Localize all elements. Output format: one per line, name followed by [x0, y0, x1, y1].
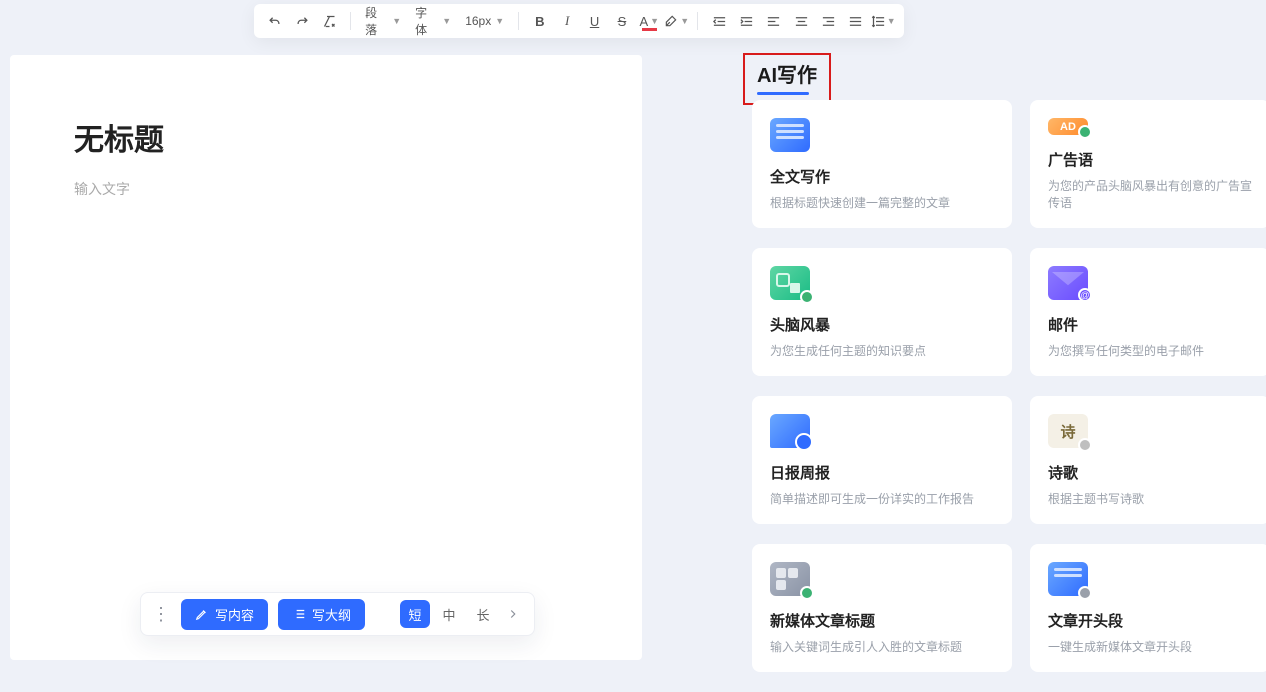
undo-button[interactable] [262, 8, 287, 34]
article-opening-icon [1048, 562, 1088, 596]
card-title: 文章开头段 [1048, 610, 1252, 631]
separator [518, 12, 519, 30]
length-segment: 短 中 长 [400, 600, 524, 628]
length-long-button[interactable]: 长 [468, 600, 498, 628]
chevron-down-icon: ▼ [495, 16, 504, 26]
card-title: 邮件 [1048, 314, 1252, 335]
font-size-label: 16px [465, 14, 491, 28]
document-title[interactable]: 无标题 [74, 115, 578, 159]
quick-action-bar: ⋮ 写内容 写大纲 短 中 长 [140, 592, 535, 636]
mail-icon: @ [1048, 266, 1088, 300]
document-icon [770, 118, 810, 152]
font-label: 字体 [415, 4, 438, 38]
line-height-button[interactable]: ▼ [871, 8, 896, 34]
italic-button[interactable]: I [554, 8, 579, 34]
chevron-down-icon: ▼ [392, 16, 401, 26]
card-report[interactable]: 日报周报 简单描述即可生成一份详实的工作报告 [752, 396, 1012, 524]
card-ad-slogan[interactable]: AD 广告语 为您的产品头脑风暴出有创意的广告宣传语 [1030, 100, 1266, 228]
redo-button[interactable] [289, 8, 314, 34]
editor-panel: 无标题 输入文字 ⋮ 写内容 写大纲 短 中 长 [10, 55, 642, 660]
length-mid-button[interactable]: 中 [434, 600, 464, 628]
document-body-placeholder[interactable]: 输入文字 [74, 179, 578, 199]
align-right-button[interactable] [816, 8, 841, 34]
card-desc: 根据主题书写诗歌 [1048, 491, 1252, 508]
chevron-down-icon: ▼ [680, 16, 689, 26]
indent-increase-button[interactable] [734, 8, 759, 34]
card-title: 头脑风暴 [770, 314, 994, 335]
brainstorm-icon [770, 266, 810, 300]
indent-decrease-button[interactable] [706, 8, 731, 34]
card-title: 新媒体文章标题 [770, 610, 994, 631]
poem-icon: 诗 [1048, 414, 1088, 448]
chevron-right-icon [506, 607, 520, 621]
media-title-icon [770, 562, 810, 596]
write-outline-button[interactable]: 写大纲 [278, 599, 365, 630]
strikethrough-button[interactable]: S [609, 8, 634, 34]
card-title: 广告语 [1048, 149, 1252, 170]
card-desc: 为您撰写任何类型的电子邮件 [1048, 343, 1252, 360]
separator [697, 12, 698, 30]
card-media-title[interactable]: 新媒体文章标题 输入关键词生成引人入胜的文章标题 [752, 544, 1012, 672]
align-left-button[interactable] [761, 8, 786, 34]
align-justify-button[interactable] [843, 8, 868, 34]
card-brainstorm[interactable]: 头脑风暴 为您生成任何主题的知识要点 [752, 248, 1012, 376]
length-next-button[interactable] [502, 607, 524, 621]
more-button[interactable]: ⋮ [151, 604, 171, 625]
write-content-label: 写内容 [215, 605, 254, 624]
text-color-button[interactable]: A▼ [637, 8, 662, 34]
card-desc: 为您生成任何主题的知识要点 [770, 343, 994, 360]
underline-button[interactable]: U [582, 8, 607, 34]
bold-button[interactable]: B [527, 8, 552, 34]
editor-toolbar: 段落▼ 字体▼ 16px▼ B I U S A▼ ▼ ▼ [254, 4, 904, 38]
card-title: 全文写作 [770, 166, 994, 187]
clear-format-button[interactable] [317, 8, 342, 34]
card-full-article[interactable]: 全文写作 根据标题快速创建一篇完整的文章 [752, 100, 1012, 228]
paragraph-label: 段落 [365, 4, 388, 38]
chevron-down-icon: ▼ [887, 16, 896, 26]
card-article-opening[interactable]: 文章开头段 一键生成新媒体文章开头段 [1030, 544, 1266, 672]
card-desc: 为您的产品头脑风暴出有创意的广告宣传语 [1048, 178, 1252, 212]
ad-icon: AD [1048, 118, 1088, 135]
highlight-button[interactable]: ▼ [664, 8, 689, 34]
tab-underline [757, 92, 809, 95]
separator [350, 12, 351, 30]
card-desc: 根据标题快速创建一篇完整的文章 [770, 195, 994, 212]
card-desc: 简单描述即可生成一份详实的工作报告 [770, 491, 994, 508]
list-icon [292, 607, 306, 621]
report-icon [770, 414, 810, 448]
card-desc: 输入关键词生成引人入胜的文章标题 [770, 639, 994, 656]
card-desc: 一键生成新媒体文章开头段 [1048, 639, 1252, 656]
write-content-button[interactable]: 写内容 [181, 599, 268, 630]
paragraph-select[interactable]: 段落▼ [359, 8, 407, 34]
ai-writing-tab-highlight: AI写作 [743, 53, 831, 105]
align-center-button[interactable] [788, 8, 813, 34]
pencil-icon [195, 607, 209, 621]
template-cards-grid: 全文写作 根据标题快速创建一篇完整的文章 AD 广告语 为您的产品头脑风暴出有创… [752, 100, 1266, 692]
chevron-down-icon: ▼ [442, 16, 451, 26]
length-short-button[interactable]: 短 [400, 600, 430, 628]
write-outline-label: 写大纲 [312, 605, 351, 624]
ai-writing-tab[interactable]: AI写作 [757, 59, 817, 88]
card-title: 日报周报 [770, 462, 994, 483]
font-select[interactable]: 字体▼ [409, 8, 457, 34]
card-title: 诗歌 [1048, 462, 1252, 483]
chevron-down-icon: ▼ [650, 16, 659, 26]
font-size-select[interactable]: 16px ▼ [459, 8, 510, 34]
card-email[interactable]: @ 邮件 为您撰写任何类型的电子邮件 [1030, 248, 1266, 376]
card-poem[interactable]: 诗 诗歌 根据主题书写诗歌 [1030, 396, 1266, 524]
